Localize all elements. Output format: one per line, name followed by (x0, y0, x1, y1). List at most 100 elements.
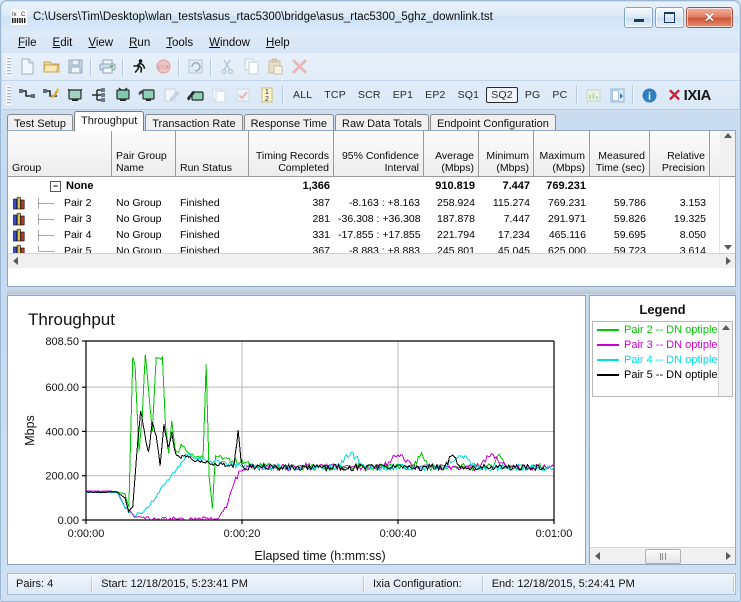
legend-item-pair-3[interactable]: Pair 3 -- DN optiplex (593, 337, 732, 352)
tab-test-setup[interactable]: Test Setup (7, 114, 73, 131)
legend-horizontal-scrollbar[interactable] (590, 547, 735, 564)
table-row[interactable]: ├── Pair 4 No Group Finished 331 -17.855… (8, 227, 735, 243)
refresh-icon[interactable] (183, 55, 207, 78)
pair-chart-icon[interactable] (8, 196, 30, 210)
filter-button-sq2[interactable]: SQ2 (486, 87, 518, 103)
legend-scroll-up-arrow[interactable] (719, 322, 732, 330)
filter-button-ep1[interactable]: EP1 (388, 87, 418, 103)
panel-splitter[interactable] (7, 289, 736, 294)
stop-test-icon[interactable]: STOP (151, 55, 175, 78)
column-header-average-mbps[interactable]: Average (Mbps) (424, 131, 479, 176)
tab-response-time[interactable]: Response Time (243, 114, 335, 131)
tab-endpoint-configuration[interactable]: Endpoint Configuration (429, 114, 556, 131)
legend-scroll-right-arrow[interactable] (721, 550, 735, 563)
column-header-minimum-mbps[interactable]: Minimum (Mbps) (479, 131, 534, 176)
legend-swatch-line (597, 358, 619, 361)
table-scroll-down-arrow[interactable] (721, 242, 735, 253)
menu-run[interactable]: Run (121, 35, 158, 51)
hardware-pair-icon[interactable] (111, 84, 135, 107)
table-row[interactable]: ├── Pair 3 No Group Finished 281 -36.308… (8, 211, 735, 227)
toolbar-grip[interactable] (6, 57, 11, 76)
close-button[interactable]: ✕ (686, 6, 733, 28)
chart-options-icon[interactable] (581, 84, 605, 107)
legend-item-pair-5[interactable]: Pair 5 -- DN optiplex (593, 367, 732, 382)
add-pair-wizard-icon[interactable] (39, 84, 63, 107)
add-pair-icon[interactable] (15, 84, 39, 107)
save-disk-icon[interactable] (63, 55, 87, 78)
menu-help[interactable]: Help (258, 35, 298, 51)
legend-scroll-thumb[interactable] (644, 548, 681, 564)
legend-item-pair-2[interactable]: Pair 2 -- DN optiplex (593, 322, 732, 337)
menu-view-label: iew (95, 36, 114, 49)
column-header-maximum-mbps[interactable]: Maximum (Mbps) (534, 131, 590, 176)
column-header-group[interactable]: Group (8, 131, 112, 176)
column-header-timing-records-completed[interactable]: Timing Records Completed (249, 131, 334, 176)
table-vertical-scrollbar[interactable] (719, 177, 735, 253)
menu-view[interactable]: View (80, 35, 121, 51)
tab-transaction-rate[interactable]: Transaction Rate (145, 114, 243, 131)
filter-button-pg[interactable]: PG (520, 87, 546, 103)
column-label-line1: Average (435, 150, 474, 162)
throughput-chart-panel: Throughput 0.00 200.00 400.00 600.00 808.50 0… (7, 295, 586, 565)
table-scroll-up-arrow[interactable] (720, 131, 735, 176)
delete-icon[interactable] (287, 55, 311, 78)
minimize-button[interactable] (624, 6, 653, 28)
column-header-run-status[interactable]: Run Status (176, 131, 249, 176)
menu-tools[interactable]: Tools (158, 35, 201, 51)
filter-button-all[interactable]: ALL (288, 87, 317, 103)
table-group-row[interactable]: − None 1,366 910.819 7.447 769.231 (8, 177, 735, 195)
table-row[interactable]: ├── Pair 2 No Group Finished 387 -8.163 … (8, 195, 735, 211)
endpoint-pair-icon[interactable] (63, 84, 87, 107)
open-folder-icon[interactable] (39, 55, 63, 78)
column-header-relative-precision[interactable]: Relative Precision (650, 131, 710, 176)
toolbar-separator (282, 86, 284, 104)
sort-pairs-icon[interactable]: 12 (255, 84, 279, 107)
menu-run-label: un (137, 36, 151, 49)
filter-button-tcp[interactable]: TCP (319, 87, 351, 103)
legend-scroll-left-arrow[interactable] (590, 550, 604, 563)
throughput-chart[interactable]: 0.00 200.00 400.00 600.00 808.50 0:00:00 0:00:… (8, 296, 585, 564)
status-separator (733, 576, 736, 592)
maximize-button[interactable] (655, 6, 684, 28)
tab-throughput[interactable]: Throughput (73, 111, 145, 131)
print-icon[interactable] (95, 55, 119, 78)
tab-raw-data-totals[interactable]: Raw Data Totals (335, 114, 429, 131)
menu-window[interactable]: Window (201, 35, 258, 51)
filter-button-sq1[interactable]: SQ1 (453, 87, 485, 103)
scroll-right-arrow[interactable] (721, 255, 735, 268)
status-end-time: End: 12/18/2015, 5:24:41 PM (491, 578, 635, 590)
group-expander-icon[interactable]: − (50, 180, 61, 192)
column-header-confidence-interval[interactable]: 95% Confidence Interval (334, 131, 424, 176)
multicast-group-icon[interactable] (87, 84, 111, 107)
cut-icon[interactable] (215, 55, 239, 78)
voip-pair-icon[interactable] (135, 84, 159, 107)
validate-pair-icon[interactable] (231, 84, 255, 107)
paste-icon[interactable] (263, 55, 287, 78)
column-label: Group (12, 161, 42, 174)
row-maximum: 465.116 (548, 229, 586, 241)
menu-edit[interactable]: Edit (45, 35, 81, 51)
table-horizontal-scrollbar[interactable] (8, 253, 735, 268)
legend-list[interactable]: Pair 2 -- DN optiplex Pair 3 -- DN optip… (592, 321, 733, 397)
configure-endpoint-icon[interactable] (183, 84, 207, 107)
pair-chart-icon[interactable] (8, 212, 30, 226)
new-document-icon[interactable] (15, 55, 39, 78)
copy-pair-icon[interactable] (207, 84, 231, 107)
legend-item-pair-4[interactable]: Pair 4 -- DN optiplex (593, 352, 732, 367)
filter-button-pc[interactable]: PC (547, 87, 572, 103)
menu-file[interactable]: File (10, 35, 45, 51)
edit-pair-icon[interactable] (159, 84, 183, 107)
column-header-pair-group-name[interactable]: Pair Group Name (112, 131, 176, 176)
column-header-measured-time[interactable]: Measured Time (sec) (590, 131, 650, 176)
pair-chart-icon[interactable] (8, 228, 30, 242)
export-report-icon[interactable] (605, 84, 629, 107)
run-test-icon[interactable] (127, 55, 151, 78)
filter-button-scr[interactable]: SCR (353, 87, 386, 103)
scroll-left-arrow[interactable] (8, 255, 22, 268)
info-icon[interactable]: i (637, 84, 661, 107)
copy-icon[interactable] (239, 55, 263, 78)
filter-button-ep2[interactable]: EP2 (420, 87, 450, 103)
toolbar-pairs: 12 ALL TCP SCR EP1 EP2 SQ1 SQ2 PG PC i ✕… (2, 81, 739, 110)
legend-vertical-scrollbar[interactable] (718, 322, 732, 396)
toolbar-grip[interactable] (6, 85, 11, 105)
